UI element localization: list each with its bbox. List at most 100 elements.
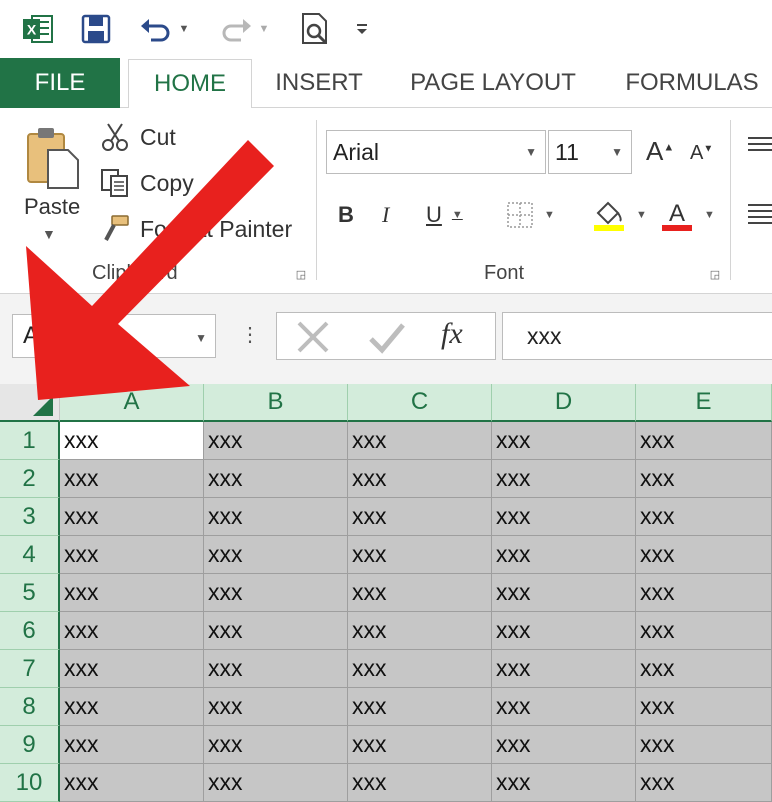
chevron-down-icon[interactable]: ▼ <box>195 331 207 345</box>
borders-button[interactable]: ▼ <box>506 200 555 230</box>
cell-a6[interactable]: xxx <box>60 612 204 650</box>
cell-e10[interactable]: xxx <box>636 764 772 802</box>
insert-function-button[interactable]: fx <box>441 317 463 351</box>
tab-formulas[interactable]: FORMULAS <box>612 58 772 108</box>
print-preview-icon[interactable] <box>298 12 332 46</box>
copy-button[interactable]: Copy <box>100 166 194 200</box>
row-header-1[interactable]: 1 <box>0 422 60 460</box>
row-header-8[interactable]: 8 <box>0 688 60 726</box>
format-painter-button[interactable]: Format Painter <box>100 212 292 246</box>
row-header-2[interactable]: 2 <box>0 460 60 498</box>
column-header-a[interactable]: A <box>60 384 204 422</box>
column-header-e[interactable]: E <box>636 384 772 422</box>
cell-b3[interactable]: xxx <box>204 498 348 536</box>
paste-dropdown-icon[interactable]: ▼ <box>42 226 56 242</box>
font-size-select[interactable]: 11 ▼ <box>548 130 632 174</box>
cell-b1[interactable]: xxx <box>204 422 348 460</box>
cell-a1[interactable]: xxx <box>60 422 204 460</box>
formula-bar-grip-icon[interactable]: ⋮ <box>240 322 260 347</box>
name-box[interactable]: A1 ▼ <box>12 314 216 358</box>
cell-e4[interactable]: xxx <box>636 536 772 574</box>
cell-a4[interactable]: xxx <box>60 536 204 574</box>
cell-a2[interactable]: xxx <box>60 460 204 498</box>
row-header-6[interactable]: 6 <box>0 612 60 650</box>
cell-c7[interactable]: xxx <box>348 650 492 688</box>
cell-e3[interactable]: xxx <box>636 498 772 536</box>
row-header-4[interactable]: 4 <box>0 536 60 574</box>
column-header-b[interactable]: B <box>204 384 348 422</box>
chevron-down-icon[interactable]: ▼ <box>452 209 463 221</box>
cell-c1[interactable]: xxx <box>348 422 492 460</box>
row-header-7[interactable]: 7 <box>0 650 60 688</box>
tab-home[interactable]: HOME <box>128 59 252 109</box>
cell-e2[interactable]: xxx <box>636 460 772 498</box>
cell-b7[interactable]: xxx <box>204 650 348 688</box>
enter-icon[interactable] <box>367 321 407 360</box>
row-header-9[interactable]: 9 <box>0 726 60 764</box>
clipboard-launcher-icon[interactable]: ◲ <box>294 268 308 282</box>
cell-a8[interactable]: xxx <box>60 688 204 726</box>
cell-d9[interactable]: xxx <box>492 726 636 764</box>
paste-button[interactable]: Paste <box>24 194 80 220</box>
select-all-button[interactable] <box>0 384 60 422</box>
cell-e6[interactable]: xxx <box>636 612 772 650</box>
grow-font-icon[interactable]: A▲ <box>646 136 674 167</box>
cell-c5[interactable]: xxx <box>348 574 492 612</box>
tab-file[interactable]: FILE <box>0 58 120 108</box>
font-name-select[interactable]: Arial ▼ <box>326 130 546 174</box>
column-header-d[interactable]: D <box>492 384 636 422</box>
cell-d2[interactable]: xxx <box>492 460 636 498</box>
cell-d10[interactable]: xxx <box>492 764 636 802</box>
row-header-5[interactable]: 5 <box>0 574 60 612</box>
cell-d5[interactable]: xxx <box>492 574 636 612</box>
redo-dropdown-icon[interactable]: ▼ <box>259 23 270 35</box>
cell-b2[interactable]: xxx <box>204 460 348 498</box>
cell-d3[interactable]: xxx <box>492 498 636 536</box>
cell-d6[interactable]: xxx <box>492 612 636 650</box>
tab-page-layout[interactable]: PAGE LAYOUT <box>398 58 588 108</box>
align-left-icon[interactable] <box>746 202 772 229</box>
column-header-c[interactable]: C <box>348 384 492 422</box>
cell-c8[interactable]: xxx <box>348 688 492 726</box>
cell-c10[interactable]: xxx <box>348 764 492 802</box>
formula-input[interactable]: xxx <box>502 312 772 360</box>
cell-a5[interactable]: xxx <box>60 574 204 612</box>
cell-c9[interactable]: xxx <box>348 726 492 764</box>
cell-c3[interactable]: xxx <box>348 498 492 536</box>
cell-b10[interactable]: xxx <box>204 764 348 802</box>
cell-e1[interactable]: xxx <box>636 422 772 460</box>
cell-c6[interactable]: xxx <box>348 612 492 650</box>
cell-d7[interactable]: xxx <box>492 650 636 688</box>
chevron-down-icon[interactable]: ▼ <box>636 209 647 221</box>
shrink-font-icon[interactable]: A▼ <box>690 142 713 165</box>
italic-button[interactable]: I <box>382 200 389 230</box>
cell-c2[interactable]: xxx <box>348 460 492 498</box>
cell-d1[interactable]: xxx <box>492 422 636 460</box>
cell-b9[interactable]: xxx <box>204 726 348 764</box>
cell-a3[interactable]: xxx <box>60 498 204 536</box>
cell-b8[interactable]: xxx <box>204 688 348 726</box>
row-header-3[interactable]: 3 <box>0 498 60 536</box>
cell-b4[interactable]: xxx <box>204 536 348 574</box>
font-color-button[interactable]: A ▼ <box>660 200 715 231</box>
cell-d8[interactable]: xxx <box>492 688 636 726</box>
cell-a9[interactable]: xxx <box>60 726 204 764</box>
align-top-icon[interactable] <box>746 134 772 159</box>
cut-button[interactable]: Cut <box>100 120 176 154</box>
row-header-10[interactable]: 10 <box>0 764 60 802</box>
undo-dropdown-icon[interactable]: ▼ <box>179 23 190 35</box>
cell-a7[interactable]: xxx <box>60 650 204 688</box>
cell-b6[interactable]: xxx <box>204 612 348 650</box>
fill-color-button[interactable]: ▼ <box>592 200 647 231</box>
cell-e8[interactable]: xxx <box>636 688 772 726</box>
tab-insert[interactable]: INSERT <box>264 58 374 108</box>
chevron-down-icon[interactable]: ▼ <box>544 209 555 221</box>
customize-qat-icon[interactable] <box>350 12 374 46</box>
chevron-down-icon[interactable]: ▼ <box>704 209 715 221</box>
paste-icon[interactable] <box>26 126 80 190</box>
cell-e7[interactable]: xxx <box>636 650 772 688</box>
cell-e5[interactable]: xxx <box>636 574 772 612</box>
redo-button[interactable]: ▼ <box>216 12 272 46</box>
cell-d4[interactable]: xxx <box>492 536 636 574</box>
cell-c4[interactable]: xxx <box>348 536 492 574</box>
